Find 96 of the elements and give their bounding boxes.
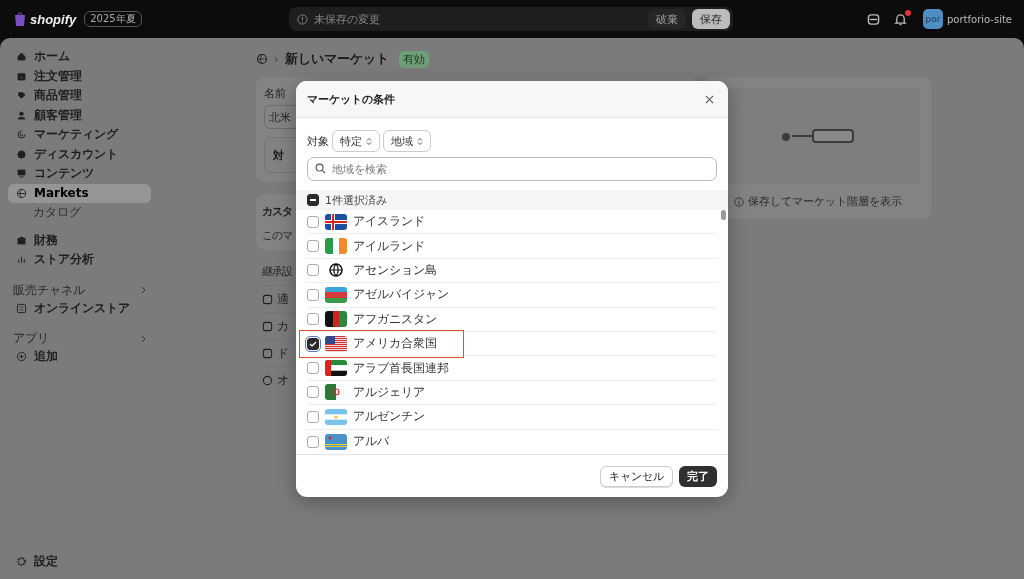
region-name: アフガニスタン <box>353 310 437 328</box>
setting-icon <box>262 347 273 359</box>
region-name: アイスランド <box>353 213 425 231</box>
section-title: 販売チャネル <box>13 281 85 299</box>
done-button[interactable]: 完了 <box>679 465 717 487</box>
region-name: アイルランド <box>353 237 425 255</box>
store-name[interactable]: portforio-site <box>947 13 1012 25</box>
nav-item[interactable]: Markets <box>8 183 151 203</box>
settings-item[interactable]: 設定 <box>8 551 151 571</box>
storefront-icon <box>16 302 27 314</box>
region-checkbox[interactable] <box>307 240 319 253</box>
nav-item[interactable]: ホーム <box>8 47 151 67</box>
section-title: アプリ <box>13 330 49 347</box>
page-title: 新しいマーケット <box>285 50 389 68</box>
chevron-right-icon[interactable] <box>141 286 147 294</box>
nav-icon <box>16 168 27 180</box>
nav-item[interactable]: 顧客管理 <box>8 105 151 125</box>
filter-label: 対象 <box>307 133 329 149</box>
nav-item[interactable]: 追加 <box>8 347 151 367</box>
target-label: 対 <box>273 147 284 163</box>
card-title: カスタ <box>262 204 292 219</box>
region-checkbox[interactable] <box>307 386 319 399</box>
add-icon <box>16 351 27 363</box>
select-all-checkbox[interactable] <box>307 194 319 206</box>
nav-item[interactable]: 注文管理 <box>8 66 151 86</box>
shopping-bag-icon <box>14 12 26 26</box>
region-name: アセンション島 <box>353 261 437 279</box>
region-checkbox[interactable] <box>307 313 319 326</box>
region-checkbox[interactable] <box>307 264 319 277</box>
nav-item[interactable]: オンラインストア <box>8 298 151 318</box>
select-dropdown[interactable]: 特定 <box>332 130 380 152</box>
flag-icon <box>325 311 347 328</box>
region-checkbox[interactable] <box>307 435 319 448</box>
setting-icon <box>262 320 273 332</box>
store-avatar[interactable]: por <box>923 9 943 29</box>
nav-icon <box>16 109 27 121</box>
nav-item[interactable]: コンテンツ <box>8 164 151 184</box>
settings-icon <box>16 555 27 567</box>
save-button[interactable]: 保存 <box>692 9 730 29</box>
setting-icon <box>262 374 273 386</box>
region-name: アゼルバイジャン <box>353 286 449 304</box>
region-checkbox[interactable] <box>307 337 319 350</box>
region-name: アラブ首長国連邦 <box>353 359 449 377</box>
region-name: アメリカ合衆国 <box>353 335 437 353</box>
up-down-chevron-icon <box>417 136 423 146</box>
region-checkbox[interactable] <box>307 288 319 301</box>
chevron-right-icon <box>274 55 279 63</box>
region-name: アルバ <box>353 433 389 451</box>
edition-badge: 2025年夏 <box>84 11 142 27</box>
unsaved-notice: 未保存の変更 <box>314 11 380 27</box>
region-name: アルゼンチン <box>353 408 425 426</box>
nav-icon <box>16 187 27 199</box>
nav-icon <box>16 148 27 160</box>
info-icon <box>733 196 744 207</box>
store-icon[interactable] <box>867 12 880 26</box>
cancel-button[interactable]: キャンセル <box>600 465 673 487</box>
up-down-chevron-icon <box>366 136 372 146</box>
nav-item[interactable]: マーケティング <box>8 125 151 145</box>
flag-icon <box>325 335 347 352</box>
scrollbar-thumb[interactable] <box>721 210 726 220</box>
inherited-label: 継承設 <box>262 264 292 279</box>
hierarchy-note: 保存してマーケット階層を表示 <box>747 194 902 209</box>
flag-icon <box>325 238 347 255</box>
region-checkbox[interactable] <box>307 410 319 423</box>
flag-icon <box>325 213 347 230</box>
chevron-right-icon[interactable] <box>141 334 147 343</box>
setting-icon <box>262 293 273 305</box>
discard-button[interactable]: 破棄 <box>648 9 686 29</box>
nav-icon <box>16 254 27 266</box>
card-text: このマ <box>262 228 292 243</box>
select-dropdown[interactable]: 地域 <box>383 130 431 152</box>
selected-count: 1件選択済み <box>325 192 387 208</box>
region-checkbox[interactable] <box>307 215 319 228</box>
nav-icon <box>16 70 27 82</box>
logo-text: shopify <box>30 11 77 27</box>
nav-item[interactable]: 財務 <box>8 230 151 250</box>
nav-subitem[interactable]: カタログ <box>8 203 151 223</box>
nav-icon <box>16 234 27 246</box>
region-checkbox[interactable] <box>307 362 319 375</box>
nav-item[interactable]: ディスカウント <box>8 144 151 164</box>
nav-icon <box>16 51 27 63</box>
status-badge: 有効 <box>399 50 429 68</box>
nav-item[interactable]: 商品管理 <box>8 86 151 106</box>
nav-icon <box>16 90 27 102</box>
dialog-title: マーケットの条件 <box>307 91 395 107</box>
search-field[interactable]: 地域を検索 <box>307 157 717 181</box>
field-label: 名前 <box>264 86 286 101</box>
globe-icon[interactable] <box>256 53 268 65</box>
nav-icon <box>16 129 27 141</box>
region-name: アルジェリア <box>353 383 425 401</box>
flag-icon <box>325 360 347 377</box>
flag-icon <box>325 433 347 450</box>
flag-icon <box>325 286 347 303</box>
flag-icon <box>325 408 347 425</box>
info-icon <box>297 13 308 25</box>
nav-item[interactable]: ストア分析 <box>8 250 151 270</box>
